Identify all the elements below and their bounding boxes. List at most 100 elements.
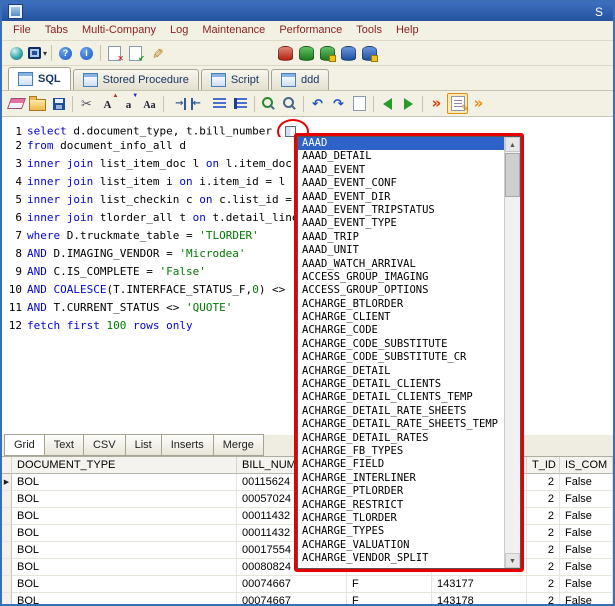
- nav-back-button[interactable]: [377, 93, 398, 114]
- nav-forward-button[interactable]: [398, 93, 419, 114]
- autocomplete-scrollbar[interactable]: ▲ ▼: [504, 137, 520, 568]
- undo-icon: [312, 95, 323, 113]
- grid-row[interactable]: BOL00074667F1431782False: [2, 593, 613, 606]
- autocomplete-item[interactable]: AAAD_EVENT_CONF: [298, 177, 504, 190]
- database-blue-button[interactable]: [338, 43, 359, 64]
- uppercase-button[interactable]: [97, 93, 118, 114]
- result-tab-text[interactable]: Text: [45, 434, 84, 456]
- grid-column-header[interactable]: T_ID: [527, 457, 560, 474]
- scroll-thumb[interactable]: [505, 153, 520, 197]
- autocomplete-item[interactable]: AAAD_EVENT_TYPE: [298, 217, 504, 230]
- autocomplete-item[interactable]: ACHARGE_TYPES: [298, 525, 504, 538]
- check-document-button[interactable]: [125, 43, 146, 64]
- autocomplete-item[interactable]: AAAD_UNIT: [298, 244, 504, 257]
- code-segment: AND: [27, 265, 47, 278]
- result-tab-list[interactable]: List: [126, 434, 162, 456]
- autocomplete-item[interactable]: ACHARGE_VALUATION: [298, 539, 504, 552]
- tab-script[interactable]: Script: [201, 69, 269, 90]
- connection-orb-button[interactable]: [6, 43, 27, 64]
- database-green-button[interactable]: [296, 43, 317, 64]
- autocomplete-item[interactable]: ACHARGE_PTLORDER: [298, 485, 504, 498]
- autocomplete-item[interactable]: ACHARGE_DETAIL_CLIENTS: [298, 378, 504, 391]
- pen-button[interactable]: [146, 43, 167, 64]
- autocomplete-item[interactable]: ACHARGE_DETAIL_RATES: [298, 432, 504, 445]
- autocomplete-dropdown[interactable]: AAADAAAD_DETAILAAAD_EVENTAAAD_EVENT_CONF…: [294, 133, 524, 572]
- help-button[interactable]: ?: [55, 43, 76, 64]
- menu-multi-company[interactable]: Multi-Company: [75, 21, 163, 40]
- result-tab-merge[interactable]: Merge: [214, 434, 264, 456]
- database-refresh-button[interactable]: [275, 43, 296, 64]
- run-to-button[interactable]: [426, 93, 447, 114]
- autocomplete-item[interactable]: ACHARGE_DETAIL: [298, 365, 504, 378]
- capitalize-button[interactable]: [139, 93, 160, 114]
- autocomplete-item[interactable]: ACHARGE_BTLORDER: [298, 298, 504, 311]
- result-tab-inserts[interactable]: Inserts: [162, 434, 214, 456]
- autocomplete-item[interactable]: ACHARGE_RESTRICT: [298, 499, 504, 512]
- monitor-button[interactable]: ▾: [27, 43, 48, 64]
- autocomplete-button[interactable]: [447, 93, 468, 114]
- database-blue-lock-button[interactable]: [359, 43, 380, 64]
- run-all-button[interactable]: [468, 93, 489, 114]
- grid-column-header[interactable]: DOCUMENT_TYPE: [12, 457, 237, 474]
- tab-ddd[interactable]: ddd: [271, 69, 329, 90]
- autocomplete-item[interactable]: ACHARGE_INTERLINER: [298, 472, 504, 485]
- grid-column-header[interactable]: IS_COM: [560, 457, 613, 474]
- toolbar-separator: [100, 45, 101, 61]
- autocomplete-item[interactable]: ACHARGE_DETAIL_RATE_SHEETS: [298, 405, 504, 418]
- eraser-button[interactable]: [6, 93, 27, 114]
- autocomplete-item[interactable]: ACHARGE_CODE: [298, 324, 504, 337]
- database-green-lock-button[interactable]: [317, 43, 338, 64]
- autocomplete-item[interactable]: AAAD_WATCH_ARRIVAL: [298, 258, 504, 271]
- autocomplete-item[interactable]: AAAD_DETAIL: [298, 150, 504, 163]
- scroll-down-icon[interactable]: ▼: [505, 553, 520, 568]
- menu-log[interactable]: Log: [163, 21, 195, 40]
- autocomplete-item[interactable]: ACHARGE_FB_TYPES: [298, 445, 504, 458]
- cut-button[interactable]: [76, 93, 97, 114]
- autocomplete-item[interactable]: AAAD_EVENT_TRIPSTATUS: [298, 204, 504, 217]
- lowercase-button[interactable]: [118, 93, 139, 114]
- new-page-button[interactable]: [349, 93, 370, 114]
- autocomplete-item[interactable]: ACCESS_GROUP_OPTIONS: [298, 284, 504, 297]
- autocomplete-item[interactable]: ACHARGE_CODE_SUBSTITUTE: [298, 338, 504, 351]
- autocomplete-item[interactable]: ACHARGE_CODE_SUBSTITUTE_CR: [298, 351, 504, 364]
- save-button[interactable]: [48, 93, 69, 114]
- menu-maintenance[interactable]: Maintenance: [195, 21, 272, 40]
- undo-button[interactable]: [307, 93, 328, 114]
- tab-label: Stored Procedure: [103, 74, 189, 86]
- outdent-button[interactable]: [188, 93, 209, 114]
- autocomplete-item[interactable]: ACHARGE_TLORDER: [298, 512, 504, 525]
- autocomplete-item[interactable]: ACCESS_GROUP_IMAGING: [298, 271, 504, 284]
- autocomplete-item[interactable]: AAAD: [298, 137, 504, 150]
- open-folder-button[interactable]: [27, 93, 48, 114]
- pen-icon: [151, 45, 163, 62]
- numbered-list-button[interactable]: [230, 93, 251, 114]
- result-tab-grid[interactable]: Grid: [4, 434, 45, 456]
- row-selector: [2, 542, 12, 559]
- info-button[interactable]: i: [76, 43, 97, 64]
- redo-button[interactable]: [328, 93, 349, 114]
- autocomplete-item[interactable]: ACHARGE_CLIENT: [298, 311, 504, 324]
- menu-tools[interactable]: Tools: [349, 21, 389, 40]
- autocomplete-item[interactable]: ACHARGE_DETAIL_RATE_SHEETS_TEMP: [298, 418, 504, 431]
- result-tab-csv[interactable]: CSV: [84, 434, 126, 456]
- autocomplete-item[interactable]: AAAD_TRIP: [298, 231, 504, 244]
- zoom-in-button[interactable]: [258, 93, 279, 114]
- indent-button[interactable]: [167, 93, 188, 114]
- scroll-up-icon[interactable]: ▲: [505, 137, 520, 152]
- menu-performance[interactable]: Performance: [272, 21, 349, 40]
- grid-row[interactable]: BOL00074667F1431772False: [2, 576, 613, 593]
- autocomplete-item[interactable]: AAAD_EVENT_DIR: [298, 191, 504, 204]
- autocomplete-item[interactable]: ACHARGE_VENDOR_SPLIT: [298, 552, 504, 565]
- code-segment: t.detail_line: [206, 211, 299, 224]
- menu-file[interactable]: File: [6, 21, 38, 40]
- menu-help[interactable]: Help: [389, 21, 426, 40]
- list-button[interactable]: [209, 93, 230, 114]
- clear-document-button[interactable]: [104, 43, 125, 64]
- autocomplete-item[interactable]: ACHARGE_FIELD: [298, 458, 504, 471]
- tab-stored-procedure[interactable]: Stored Procedure: [73, 69, 199, 90]
- tab-sql[interactable]: SQL: [8, 67, 71, 90]
- menu-tabs[interactable]: Tabs: [38, 21, 75, 40]
- autocomplete-item[interactable]: AAAD_EVENT: [298, 164, 504, 177]
- autocomplete-item[interactable]: ACHARGE_DETAIL_CLIENTS_TEMP: [298, 391, 504, 404]
- zoom-out-button[interactable]: [279, 93, 300, 114]
